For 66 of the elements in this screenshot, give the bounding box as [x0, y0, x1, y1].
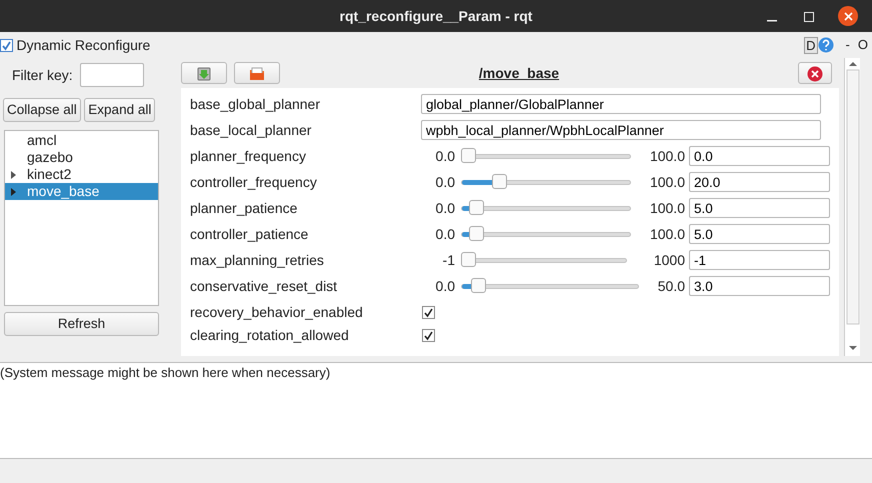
param-name: recovery_behavior_enabled	[189, 302, 364, 322]
slider-min-label: 0.0	[434, 172, 455, 192]
param-value-field[interactable]: global_planner/GlobalPlanner	[421, 94, 821, 114]
minimize-button[interactable]: -	[846, 35, 850, 55]
slider-max-label: 1000	[652, 250, 685, 270]
close-node-button[interactable]	[798, 62, 832, 84]
param-name: planner_patience	[189, 198, 298, 218]
slider-max-label: 100.0	[648, 172, 685, 192]
expand-arrow-icon[interactable]	[11, 188, 16, 196]
param-name: planner_frequency	[189, 146, 307, 166]
slider[interactable]	[461, 200, 631, 216]
param-value-field[interactable]: 0.0	[689, 146, 830, 166]
slider-min-label: 0.0	[434, 198, 455, 218]
slider[interactable]	[461, 226, 631, 242]
slider-max-label: 100.0	[648, 198, 685, 218]
close-icon	[807, 66, 823, 82]
help-icon[interactable]	[818, 37, 834, 53]
filter-label: Filter key:	[12, 66, 73, 85]
slider-max-label: 100.0	[648, 224, 685, 244]
param-name: controller_patience	[189, 224, 310, 244]
open-folder-button[interactable]	[234, 62, 280, 84]
param-value-field[interactable]: -1	[689, 250, 830, 270]
filter-field[interactable]	[80, 63, 144, 87]
param-name: base_global_planner	[189, 94, 321, 114]
param-value-field[interactable]: wpbh_local_planner/WpbhLocalPlanner	[421, 120, 821, 140]
param-checkbox[interactable]	[422, 328, 435, 342]
param-value-field[interactable]: 20.0	[689, 172, 830, 192]
scrollbar[interactable]	[844, 58, 860, 356]
slider-min-label: 0.0	[434, 224, 455, 244]
node-title: /move_base	[478, 64, 560, 82]
tree-item[interactable]: gazebo	[5, 149, 158, 166]
param-name: controller_frequency	[189, 172, 318, 192]
tree-item[interactable]: kinect2	[5, 166, 158, 184]
collapse-all-button[interactable]: Collapse all	[3, 98, 81, 122]
system-message: (System message might be shown here when necessary)	[0, 365, 330, 380]
param-name: clearing_rotation_allowed	[189, 326, 350, 345]
close-icon[interactable]	[838, 6, 858, 26]
slider-min-label: -1	[442, 250, 455, 270]
refresh-button[interactable]: Refresh	[4, 312, 159, 336]
window-title: rqt_reconfigure__Param - rqt	[340, 6, 532, 26]
param-value-field[interactable]: 3.0	[689, 276, 830, 296]
tree-item[interactable]: amcl	[5, 132, 158, 150]
param-name: conservative_reset_dist	[189, 276, 338, 296]
plugin-checkbox[interactable]	[0, 38, 13, 52]
folder-icon	[249, 67, 265, 82]
param-name: max_planning_retries	[189, 250, 325, 270]
slider[interactable]	[461, 278, 639, 294]
slider[interactable]	[461, 148, 631, 164]
save-button[interactable]	[181, 62, 227, 84]
slider-max-label: 50.0	[656, 276, 685, 296]
expand-arrow-icon[interactable]	[11, 170, 16, 179]
expand-all-button[interactable]: Expand all	[84, 98, 156, 122]
slider[interactable]	[461, 174, 631, 190]
slider-min-label: 0.0	[434, 276, 455, 296]
tree-item[interactable]: move_base	[5, 183, 158, 200]
slider-max-label: 100.0	[648, 146, 685, 166]
param-name: base_local_planner	[189, 120, 312, 140]
download-icon	[197, 67, 211, 82]
close-button[interactable]: O	[858, 35, 868, 55]
param-value-field[interactable]: 5.0	[689, 224, 830, 244]
plugin-title: Dynamic Reconfigure	[16, 36, 150, 55]
help-d-button[interactable]: D	[804, 36, 818, 54]
param-value-field[interactable]: 5.0	[689, 198, 830, 218]
slider[interactable]	[461, 252, 627, 268]
param-checkbox[interactable]	[422, 306, 435, 318]
slider-min-label: 0.0	[434, 146, 455, 166]
